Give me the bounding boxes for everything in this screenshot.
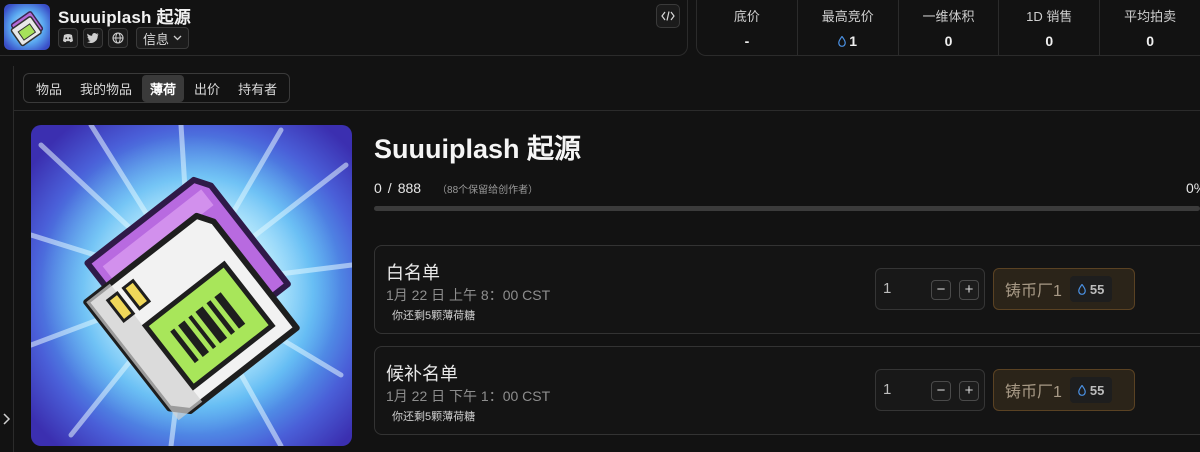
stat-value-text: 0 <box>944 33 953 49</box>
tab-holders[interactable]: 持有者 <box>230 75 285 102</box>
stat-value: 0 <box>1146 33 1154 49</box>
stat-avg-sale: 平均拍卖 0 <box>1100 0 1200 55</box>
phase-remaining-note: 你还剩5颗薄荷糖 <box>392 411 476 423</box>
chevron-down-icon <box>173 35 182 41</box>
stats-bar: 底价 - 最高竞价 1 一维体积 0 1D 销售 0 平均拍卖 0 <box>696 0 1200 56</box>
collection-tabs: 物品 我的物品 薄荷 出价 持有者 <box>23 73 291 103</box>
decrement-button[interactable]: − <box>931 381 951 401</box>
stat-label: 1D 销售 <box>1026 9 1073 24</box>
quantity-stepper: 1 − + <box>875 369 985 411</box>
phase-name: 白名单 <box>386 263 440 283</box>
stat-1d-sales: 1D 销售 0 <box>999 0 1101 55</box>
tab-items[interactable]: 物品 <box>28 75 70 102</box>
stat-top-bid: 最高竞价 1 <box>798 0 899 55</box>
stat-label: 平均拍卖 <box>1124 9 1177 24</box>
info-dropdown[interactable]: 信息 <box>136 27 190 49</box>
mint-progress-bar <box>374 206 1200 211</box>
collection-thumbnail[interactable] <box>4 4 50 50</box>
mint-phase-whitelist: 白名单 1月 22 日 上午 8：00 CST 你还剩5颗薄荷糖 1 − + 铸… <box>374 245 1200 334</box>
embed-code-button[interactable] <box>656 4 680 28</box>
mint-button-label: 铸币厂1 <box>1005 283 1062 300</box>
phase-time: 1月 22 日 上午 8：00 CST <box>386 287 551 303</box>
decrement-button[interactable]: − <box>931 280 951 300</box>
stat-value-text: 1 <box>849 33 858 49</box>
mint-price: 55 <box>1069 377 1113 403</box>
stat-label: 一维体积 <box>922 9 975 24</box>
price-value: 55 <box>1089 382 1105 398</box>
mint-price: 55 <box>1069 276 1113 302</box>
stat-label: 最高竞价 <box>821 9 874 24</box>
phase-name: 候补名单 <box>386 364 458 384</box>
tab-my-items[interactable]: 我的物品 <box>72 75 140 102</box>
mint-progress-text: 0 / 888 （88个保留给创作者） <box>374 180 538 196</box>
increment-button[interactable]: + <box>959 280 979 300</box>
drop-icon <box>1078 384 1086 396</box>
stat-value: 1 <box>838 33 857 49</box>
minted-count: 0 <box>374 180 382 196</box>
quantity-stepper: 1 − + <box>875 268 985 310</box>
drop-icon <box>1078 283 1086 295</box>
tab-bids[interactable]: 出价 <box>186 75 228 102</box>
stat-value: 0 <box>1045 33 1053 49</box>
quantity-input[interactable]: 1 <box>883 381 891 398</box>
tab-mint[interactable]: 薄荷 <box>142 74 185 102</box>
phase-time: 1月 22 日 下午 1：00 CST <box>386 388 551 404</box>
globe-icon[interactable] <box>108 28 128 48</box>
phase-remaining-note: 你还剩5颗薄荷糖 <box>392 310 476 322</box>
mint-title: Suuuiplash 起源 <box>374 134 582 164</box>
total-supply: 888 <box>397 180 422 196</box>
expand-sidebar-button[interactable] <box>1 412 11 431</box>
stat-label: 底价 <box>733 9 760 24</box>
reserved-note: （88个保留给创作者） <box>437 185 539 196</box>
info-label: 信息 <box>143 31 170 47</box>
stat-volume: 一维体积 0 <box>899 0 1000 55</box>
filter-sidebar-collapsed <box>0 66 14 452</box>
mint-phase-waitlist: 候补名单 1月 22 日 下午 1：00 CST 你还剩5颗薄荷糖 1 − + … <box>374 346 1200 435</box>
quantity-input[interactable]: 1 <box>883 280 891 297</box>
collection-artwork <box>31 125 352 446</box>
stat-value-text: - <box>744 33 750 49</box>
collection-title: Suuuiplash 起源 <box>58 8 191 27</box>
mint-percent: 0% <box>1186 180 1200 196</box>
chevron-right-icon <box>3 413 11 425</box>
divider <box>14 110 1200 111</box>
stat-value-text: 0 <box>1045 33 1054 49</box>
mint-button[interactable]: 铸币厂1 55 <box>993 369 1135 411</box>
increment-button[interactable]: + <box>959 381 979 401</box>
price-value: 55 <box>1089 281 1105 297</box>
progress-separator: / <box>387 180 392 196</box>
code-icon <box>661 11 675 21</box>
stat-floor-price: 底价 - <box>697 0 798 55</box>
drop-icon <box>838 35 847 47</box>
stat-value-text: 0 <box>1146 33 1154 49</box>
stat-value: 0 <box>945 33 953 49</box>
mint-button[interactable]: 铸币厂1 55 <box>993 268 1135 310</box>
twitter-icon[interactable] <box>83 28 103 48</box>
stat-value: - <box>745 33 750 49</box>
discord-icon[interactable] <box>58 28 78 48</box>
mint-button-label: 铸币厂1 <box>1005 384 1062 401</box>
collection-header: Suuuiplash 起源 信息 <box>0 0 688 56</box>
